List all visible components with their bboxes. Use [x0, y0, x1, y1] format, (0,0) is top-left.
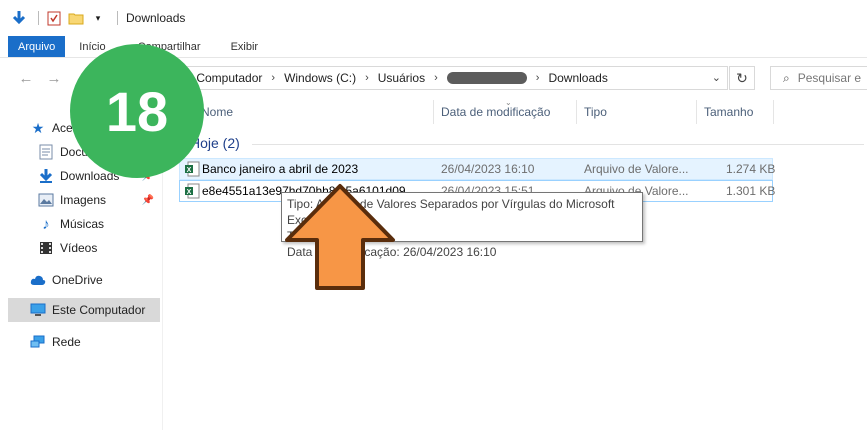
nav-item-music[interactable]: ♪ Músicas: [0, 212, 160, 236]
tab-view[interactable]: Exibir: [215, 36, 273, 57]
excel-csv-icon: X: [185, 161, 200, 177]
nav-item-this-pc[interactable]: Este Computador: [8, 298, 160, 322]
nav-label: Músicas: [60, 217, 105, 231]
nav-label: Imagens: [60, 193, 107, 207]
breadcrumb-drive[interactable]: Windows (C:): [284, 71, 356, 85]
chevron-right-icon[interactable]: ›: [536, 72, 540, 84]
cloud-icon: [30, 272, 46, 288]
column-name[interactable]: Nome: [201, 100, 233, 124]
column-headers: ⌄ Nome Data de modificação Tipo Tamanho: [163, 98, 867, 124]
nav-item-pictures[interactable]: Imagens 📌: [0, 188, 160, 212]
search-icon: ⌕: [783, 70, 790, 85]
tab-file[interactable]: Arquivo: [8, 36, 66, 57]
search-input[interactable]: ⌕ Pesquisar e: [770, 66, 867, 90]
forward-button[interactable]: →: [40, 65, 68, 91]
address-bar[interactable]: Este Computador › Windows (C:) › Usuário…: [160, 66, 728, 90]
properties-checkmark-icon[interactable]: [45, 9, 63, 27]
network-icon: [30, 334, 46, 350]
nav-label: Este Computador: [52, 303, 146, 317]
music-icon: ♪: [42, 215, 50, 233]
file-type: Arquivo de Valore...: [584, 162, 689, 176]
pin-icon: 📌: [141, 194, 154, 206]
folder-icon[interactable]: [67, 9, 85, 27]
column-divider[interactable]: [576, 100, 577, 124]
download-icon: [38, 168, 54, 184]
excel-csv-icon: X: [185, 183, 200, 199]
customize-dropdown-icon[interactable]: ▾: [89, 9, 107, 27]
column-size[interactable]: Tamanho: [704, 100, 753, 124]
file-size: 1.274 KB: [726, 162, 776, 176]
back-button[interactable]: ←: [12, 65, 40, 91]
svg-text:X: X: [187, 167, 192, 174]
nav-label: Vídeos: [60, 241, 98, 255]
nav-label: Rede: [52, 335, 81, 349]
nav-item-onedrive[interactable]: OneDrive: [0, 268, 160, 292]
nav-label: OneDrive: [52, 273, 103, 287]
computer-icon: [30, 302, 46, 318]
nav-item-network[interactable]: Rede: [0, 330, 160, 354]
column-divider[interactable]: [433, 100, 434, 124]
title-bar: ▾ Downloads: [0, 0, 867, 36]
column-divider[interactable]: [773, 100, 774, 124]
svg-text:X: X: [187, 189, 192, 196]
redacted-username: [446, 72, 527, 84]
down-arrow-icon[interactable]: [10, 9, 28, 27]
chevron-right-icon[interactable]: ›: [271, 72, 275, 84]
refresh-button[interactable]: ↻: [729, 66, 755, 90]
pointer-arrow-icon: [285, 184, 395, 290]
separator: [117, 11, 118, 25]
document-icon: [38, 144, 54, 160]
star-icon: ★: [31, 119, 45, 136]
search-placeholder: Pesquisar e: [797, 71, 862, 85]
column-type[interactable]: Tipo: [584, 100, 607, 124]
group-divider: [252, 144, 864, 145]
video-icon: [38, 240, 54, 256]
nav-item-videos[interactable]: Vídeos: [0, 236, 160, 260]
file-row[interactable]: X Banco janeiro a abril de 2023 26/04/20…: [179, 158, 776, 180]
separator: [38, 11, 39, 25]
chevron-right-icon[interactable]: ›: [434, 72, 438, 84]
chevron-right-icon[interactable]: ›: [365, 72, 369, 84]
window-title: Downloads: [126, 11, 186, 25]
breadcrumb-users[interactable]: Usuários: [378, 71, 425, 85]
breadcrumb-downloads[interactable]: Downloads: [548, 71, 607, 85]
file-name: Banco janeiro a abril de 2023: [202, 162, 359, 176]
file-modified: 26/04/2023 16:10: [441, 162, 535, 176]
chevron-down-icon[interactable]: ⌄: [712, 71, 721, 84]
step-number-badge: 18: [70, 44, 204, 178]
column-divider[interactable]: [696, 100, 697, 124]
pictures-icon: [38, 192, 54, 208]
file-size: 1.301 KB: [726, 184, 776, 198]
column-modified[interactable]: Data de modificação: [441, 100, 550, 124]
